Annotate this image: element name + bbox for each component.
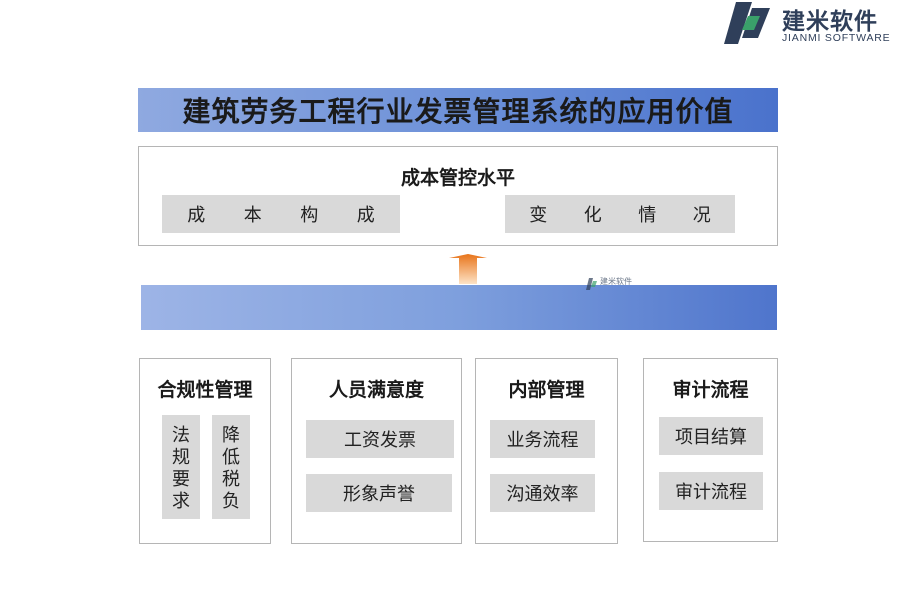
compliance-card: 合规性管理 法规要求 降低税负 (139, 358, 271, 544)
page-title: 建筑劳务工程行业发票管理系统的应用价值 (182, 95, 734, 128)
project-settlement-chip: 项目结算 (659, 417, 763, 455)
watermark-text: 建米软件 (600, 277, 632, 286)
vertical-chip-text: 法规要求 (172, 425, 190, 512)
audit-process-card: 审计流程 项目结算 审计流程 (643, 358, 778, 542)
chip-char: 构 (300, 205, 319, 226)
compliance-heading: 合规性管理 (157, 379, 253, 401)
logo-mark-icon (724, 2, 770, 44)
audit-flow-chip: 审计流程 (659, 472, 763, 510)
internal-management-heading: 内部管理 (508, 379, 585, 401)
title-banner: 建筑劳务工程行业发票管理系统的应用价值 (138, 88, 778, 132)
logo-title: 建米软件 (782, 9, 878, 35)
regulation-requirement-chip: 法规要求 (162, 415, 200, 519)
logo-subtitle: JIANMI SOFTWARE (782, 32, 891, 44)
cost-control-heading: 成本管控水平 (400, 167, 515, 189)
change-status-chip: 变 化 情 况 (505, 195, 735, 233)
business-process-chip: 业务流程 (490, 420, 595, 458)
audit-process-heading: 审计流程 (672, 379, 749, 401)
chip-char: 况 (692, 205, 711, 226)
communication-efficiency-chip: 沟通效率 (490, 474, 595, 512)
staff-satisfaction-card: 人员满意度 工资发票 形象声誉 (291, 358, 462, 544)
watermark-icon (586, 278, 597, 290)
cost-control-box: 成本管控水平 成 本 构 成 变 化 情 况 (138, 146, 778, 246)
chip-char: 化 (583, 205, 602, 226)
watermark: 建米软件 (586, 276, 636, 294)
chip-char: 成 (356, 205, 375, 226)
chip-char: 成 (187, 205, 206, 226)
chip-char: 本 (243, 205, 262, 226)
wage-invoice-chip: 工资发票 (306, 420, 454, 458)
up-arrow-icon (449, 254, 487, 284)
cost-structure-chip: 成 本 构 成 (162, 195, 400, 233)
chip-char: 变 (529, 205, 548, 226)
reduce-tax-chip: 降低税负 (212, 415, 250, 519)
chip-char: 情 (638, 205, 657, 226)
middle-band (141, 285, 777, 330)
brand-logo: 建米软件 JIANMI SOFTWARE (722, 0, 900, 48)
vertical-chip-text: 降低税负 (222, 425, 240, 512)
staff-satisfaction-heading: 人员满意度 (328, 379, 424, 401)
internal-management-card: 内部管理 业务流程 沟通效率 (475, 358, 618, 544)
reputation-chip: 形象声誉 (306, 474, 452, 512)
